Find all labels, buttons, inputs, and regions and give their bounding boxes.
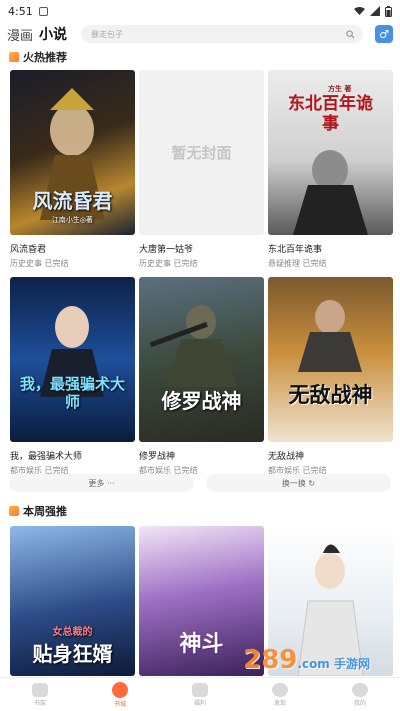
cover-art [40, 306, 104, 397]
book-name[interactable]: 我，最强骗术大师 [10, 449, 135, 462]
compass-icon [272, 682, 288, 697]
nav-discover[interactable]: 发现 [240, 678, 320, 711]
bookmark-icon [9, 506, 19, 516]
section-title: 火热推荐 [23, 51, 67, 64]
profile-icon [352, 682, 368, 697]
book-meta: 悬疑推理 已完结 [268, 259, 327, 268]
nav-label: 我的 [353, 699, 366, 707]
nav-mine[interactable]: 我的 [320, 678, 400, 711]
nav-label: 发现 [273, 699, 286, 707]
more-button[interactable]: 更多 ··· [9, 474, 194, 492]
book-cover[interactable]: 女总裁的 贴身狂婿 [10, 526, 135, 676]
book-card[interactable]: 修罗战神 修罗战神 都市娱乐 已完结 [139, 277, 264, 477]
book-card[interactable]: 风流昏君 江南小生◎著 风流昏君 历史史事 已完结 [10, 70, 135, 270]
book-name[interactable]: 东北百年诡事 [268, 242, 393, 255]
male-icon: ♂ [379, 27, 389, 41]
bookshelf-icon [32, 682, 48, 697]
book-name[interactable]: 大唐第一姑爷 [139, 242, 264, 255]
bookmark-icon [9, 52, 19, 62]
top-bar: 漫画 小说 暴走包子 ♂ [0, 22, 400, 46]
status-bar: 4:51 [0, 0, 400, 22]
status-time: 4:51 [8, 4, 33, 18]
search-bar[interactable]: 暴走包子 [81, 25, 363, 43]
book-cover[interactable]: 暂无封面 [139, 70, 264, 235]
tab-manga[interactable]: 漫画 [7, 25, 33, 44]
cover-subtitle: 女总裁的 [52, 627, 93, 638]
cover-author: 江南小生◎著 [51, 216, 94, 224]
cover-title: 我，最强骗术大师 [19, 375, 125, 411]
nav-welfare[interactable]: 福利 [160, 678, 240, 711]
cover-title: 风流昏君 [32, 189, 113, 213]
nav-label: 福利 [193, 699, 206, 707]
notification-icon [38, 6, 48, 16]
book-meta: 历史史事 已完结 [10, 259, 69, 268]
nav-label: 书架 [33, 699, 46, 707]
book-name[interactable]: 修罗战神 [139, 449, 264, 462]
cover-title: 东北百年诡事 [288, 94, 373, 134]
book-card[interactable]: 我，最强骗术大师 我，最强骗术大师 都市娱乐 已完结 [10, 277, 135, 477]
book-card[interactable]: 东北百年诡事 方生 著 东北百年诡事 悬疑推理 已完结 [268, 70, 393, 270]
cover-author: 方生 著 [328, 84, 352, 93]
battery-icon [385, 5, 392, 17]
book-cover[interactable]: 无敌战神 [268, 277, 393, 442]
weekly-section-header: 本周强推 [0, 502, 400, 520]
cover-title: 贴身狂婿 [32, 642, 113, 666]
book-name[interactable]: 无敌战神 [268, 449, 393, 462]
nav-bookshelf[interactable]: 书架 [0, 678, 80, 711]
cover-title: 无敌战神 [288, 382, 373, 407]
cover-art [149, 305, 237, 387]
search-input[interactable]: 暴走包子 [91, 29, 346, 40]
nav-bookstore[interactable]: 书城 [80, 678, 160, 711]
search-icon[interactable] [346, 29, 355, 39]
book-card[interactable]: 女总裁的 贴身狂婿 [10, 526, 135, 676]
tab-novel[interactable]: 小说 [39, 24, 67, 44]
refresh-button[interactable]: 换一换 ↻ [206, 474, 391, 492]
watermark-main: 289 [243, 645, 298, 675]
book-cover[interactable]: 修罗战神 [139, 277, 264, 442]
wifi-icon [354, 7, 365, 15]
watermark-sub: .com 手游网 [297, 657, 370, 671]
book-cover[interactable]: 风流昏君 江南小生◎著 [10, 70, 135, 235]
nav-label: 书城 [113, 700, 126, 708]
section-title: 本周强推 [23, 505, 67, 518]
no-cover-text: 暂无封面 [171, 144, 232, 162]
cover-title: 修罗战神 [161, 389, 242, 413]
bottom-nav: 书架 书城 福利 发现 我的 [0, 677, 400, 711]
hot-books-grid: 风流昏君 江南小生◎著 风流昏君 历史史事 已完结 暂无封面 大唐第一姑爷 历史… [0, 70, 400, 477]
book-card[interactable]: 无敌战神 无敌战神 都市娱乐 已完结 [268, 277, 393, 477]
gift-icon [192, 682, 208, 697]
book-cover[interactable]: 东北百年诡事 方生 著 [268, 70, 393, 235]
book-card[interactable]: 暂无封面 大唐第一姑爷 历史史事 已完结 [139, 70, 264, 270]
bookstore-icon [112, 681, 128, 698]
cover-art [298, 300, 362, 372]
watermark-logo: 289.com 手游网 [243, 645, 370, 675]
book-cover[interactable]: 我，最强骗术大师 [10, 277, 135, 442]
gender-switch-button[interactable]: ♂ [375, 25, 393, 43]
signal-icon [370, 6, 380, 16]
book-meta: 历史史事 已完结 [139, 259, 198, 268]
hot-section-header: 火热推荐 [0, 48, 400, 66]
book-name[interactable]: 风流昏君 [10, 242, 135, 255]
